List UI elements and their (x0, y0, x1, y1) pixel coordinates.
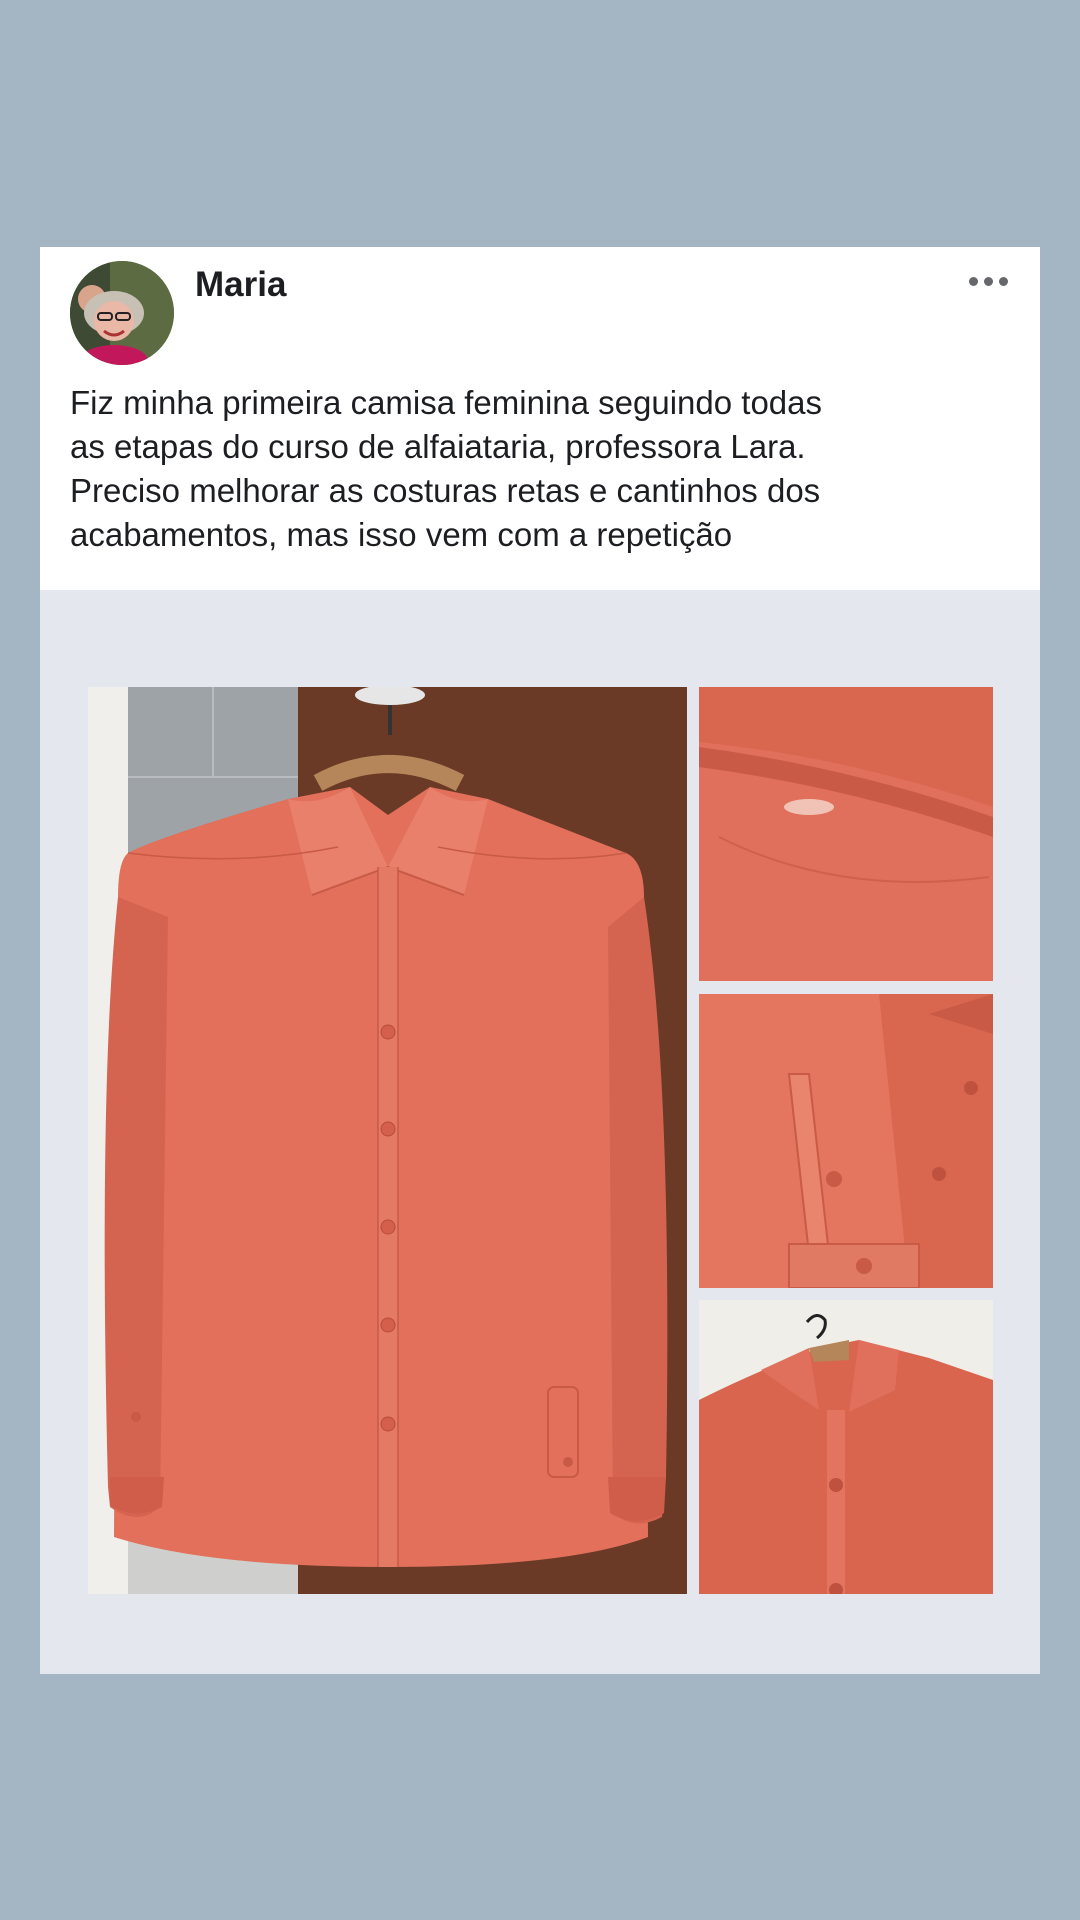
post-text-line: Preciso melhorar as costuras retas e can… (70, 472, 821, 509)
shirt-photo-detail-collar-image (699, 687, 993, 981)
shirt-photo-detail-hanger-image (699, 1300, 993, 1594)
post-card: Maria Fiz minha primeira camisa feminina… (40, 247, 1040, 1674)
avatar-photo (70, 261, 174, 365)
more-dot (984, 277, 993, 286)
shirt-photo-detail-collar[interactable] (699, 687, 993, 981)
shirt-photo-detail-hanger[interactable] (699, 1300, 993, 1594)
shirt-photo-main-image (88, 687, 687, 1594)
post-text-line: as etapas do curso de alfaiataria, profe… (70, 428, 806, 465)
shirt-photo-detail-cuff-image (699, 994, 993, 1288)
more-dot (999, 277, 1008, 286)
post-text-line: Fiz minha primeira camisa feminina segui… (70, 384, 823, 421)
author-avatar[interactable] (70, 261, 174, 365)
author-name[interactable]: Maria (195, 265, 286, 305)
shirt-photo-main[interactable] (88, 687, 687, 1594)
post-text-line: acabamentos, mas isso vem com a repetiçã… (70, 516, 733, 553)
shirt-photo-detail-cuff[interactable] (699, 994, 993, 1288)
more-options-icon[interactable] (969, 277, 1008, 286)
post-header: Maria Fiz minha primeira camisa feminina… (40, 247, 1040, 590)
post-text: Fiz minha primeira camisa feminina segui… (70, 381, 1020, 557)
more-dot (969, 277, 978, 286)
